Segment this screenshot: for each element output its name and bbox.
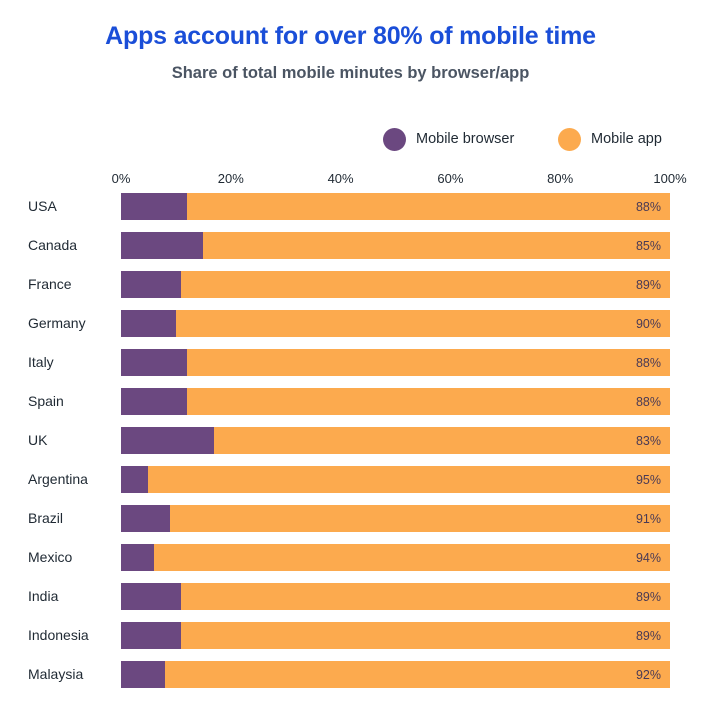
bar-segment-mobile-browser[interactable] — [121, 232, 204, 259]
bar-segment-mobile-browser[interactable] — [121, 349, 187, 376]
category-label: Mexico — [28, 549, 73, 565]
bar-value-label: 89% — [635, 589, 661, 604]
x-axis-tick-label: 20% — [217, 171, 244, 186]
bar-segment-mobile-browser[interactable] — [121, 505, 171, 532]
legend-dot-icon — [383, 127, 406, 151]
chart-subtitle: Share of total mobile minutes by browser… — [171, 64, 530, 82]
bar-segment-mobile-app[interactable]: 89% — [181, 271, 670, 298]
stacked-bar: 88% — [121, 388, 670, 415]
category-label: Malaysia — [28, 666, 84, 682]
bar-segment-mobile-browser[interactable] — [121, 544, 154, 571]
category-label: Italy — [28, 354, 54, 370]
bar-value-label: 94% — [635, 550, 661, 565]
bar-value-label: 91% — [635, 511, 661, 526]
bar-row: India 89% — [0, 583, 701, 610]
category-label: France — [28, 276, 72, 292]
stacked-bar: 89% — [121, 622, 670, 649]
bar-segment-mobile-browser[interactable] — [121, 622, 182, 649]
bar-row: UK 83% — [0, 427, 701, 454]
bar-segment-mobile-app[interactable]: 89% — [181, 622, 670, 649]
bar-segment-mobile-browser[interactable] — [121, 193, 187, 220]
bar-value-label: 88% — [635, 199, 661, 214]
category-label: Indonesia — [28, 627, 89, 643]
stacked-bar: 90% — [121, 310, 670, 337]
category-label: USA — [28, 198, 57, 214]
stacked-bar: 88% — [121, 349, 670, 376]
bar-segment-mobile-app[interactable]: 83% — [214, 427, 670, 454]
category-label: Spain — [28, 393, 64, 409]
legend-item-mobile-browser[interactable]: Mobile browser — [383, 125, 514, 153]
stacked-bar: 94% — [121, 544, 670, 571]
x-axis: 0% 20% 40% 60% 80% 100% — [112, 171, 687, 189]
bar-row: Mexico 94% — [0, 544, 701, 571]
bar-value-label: 89% — [635, 277, 661, 292]
bar-row: Germany 90% — [0, 310, 701, 337]
category-label: Germany — [28, 315, 86, 331]
bar-segment-mobile-browser[interactable] — [121, 427, 215, 454]
x-axis-tick-label: 60% — [437, 171, 464, 186]
bar-segment-mobile-app[interactable]: 91% — [170, 505, 670, 532]
bar-segment-mobile-browser[interactable] — [121, 310, 176, 337]
legend-label-mobile-app: Mobile app — [591, 131, 662, 147]
bar-segment-mobile-browser[interactable] — [121, 466, 149, 493]
bar-row: Malaysia 92% — [0, 661, 701, 688]
plot-area: USA 88% Canada 85% France 89% Germany 90% Italy 8… — [0, 193, 701, 700]
bar-segment-mobile-app[interactable]: 89% — [181, 583, 670, 610]
bar-row: Spain 88% — [0, 388, 701, 415]
bar-row: Brazil 91% — [0, 505, 701, 532]
chart-legend: Mobile browser Mobile app — [0, 125, 701, 153]
bar-value-label: 88% — [635, 355, 661, 370]
bar-segment-mobile-browser[interactable] — [121, 661, 165, 688]
bar-segment-mobile-app[interactable]: 95% — [148, 466, 670, 493]
bar-value-label: 85% — [635, 238, 661, 253]
bar-segment-mobile-browser[interactable] — [121, 388, 187, 415]
bar-segment-mobile-app[interactable]: 88% — [186, 388, 670, 415]
stacked-bar: 89% — [121, 583, 670, 610]
x-axis-tick-label: 40% — [327, 171, 354, 186]
bar-row: Argentina 95% — [0, 466, 701, 493]
stacked-bar: 83% — [121, 427, 670, 454]
bar-segment-mobile-app[interactable]: 92% — [164, 661, 670, 688]
bar-segment-mobile-app[interactable]: 90% — [175, 310, 670, 337]
bar-row: Canada 85% — [0, 232, 701, 259]
bar-segment-mobile-browser[interactable] — [121, 583, 182, 610]
bar-segment-mobile-app[interactable]: 88% — [186, 349, 670, 376]
bar-value-label: 95% — [635, 472, 661, 487]
legend-label-mobile-browser: Mobile browser — [416, 131, 515, 147]
bar-segment-mobile-app[interactable]: 85% — [203, 232, 670, 259]
stacked-bar: 85% — [121, 232, 670, 259]
x-axis-tick-label: 0% — [111, 171, 131, 186]
bar-segment-mobile-app[interactable]: 88% — [186, 193, 670, 220]
bar-value-label: 92% — [635, 667, 661, 682]
x-axis-tick-label: 100% — [653, 171, 687, 186]
x-axis-tick-label: 80% — [547, 171, 574, 186]
category-label: Canada — [28, 237, 78, 253]
bar-segment-mobile-app[interactable]: 94% — [153, 544, 670, 571]
stacked-bar: 88% — [121, 193, 670, 220]
category-label: UK — [28, 432, 48, 448]
legend-item-mobile-app[interactable]: Mobile app — [558, 125, 662, 153]
chart-container: Apps account for over 80% of mobile time… — [0, 0, 701, 707]
category-label: India — [28, 588, 59, 604]
bar-value-label: 90% — [635, 316, 661, 331]
bar-row: France 89% — [0, 271, 701, 298]
bar-row: Italy 88% — [0, 349, 701, 376]
bar-segment-mobile-browser[interactable] — [121, 271, 182, 298]
bar-row: USA 88% — [0, 193, 701, 220]
legend-dot-icon — [558, 127, 581, 151]
bar-value-label: 83% — [635, 433, 661, 448]
category-label: Brazil — [28, 510, 64, 526]
stacked-bar: 92% — [121, 661, 670, 688]
stacked-bar: 91% — [121, 505, 670, 532]
bar-value-label: 88% — [635, 394, 661, 409]
bar-value-label: 89% — [635, 628, 661, 643]
bar-row: Indonesia 89% — [0, 622, 701, 649]
chart-title: Apps account for over 80% of mobile time — [105, 22, 596, 50]
stacked-bar: 89% — [121, 271, 670, 298]
stacked-bar: 95% — [121, 466, 670, 493]
category-label: Argentina — [28, 471, 88, 487]
